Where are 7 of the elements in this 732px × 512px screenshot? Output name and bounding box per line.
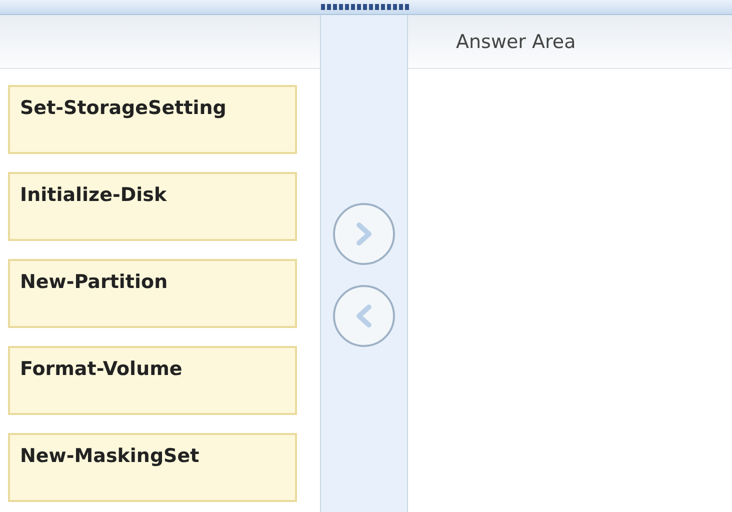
command-tile[interactable]: New-Partition	[8, 259, 297, 328]
command-tile[interactable]: Set-StorageSetting	[8, 85, 297, 154]
answer-area-title: Answer Area	[456, 30, 576, 52]
grip-icon[interactable]	[321, 3, 411, 11]
command-tile[interactable]: New-MaskingSet	[8, 433, 297, 502]
command-tile[interactable]: Initialize-Disk	[8, 172, 297, 241]
command-tile[interactable]: Format-Volume	[8, 346, 297, 415]
